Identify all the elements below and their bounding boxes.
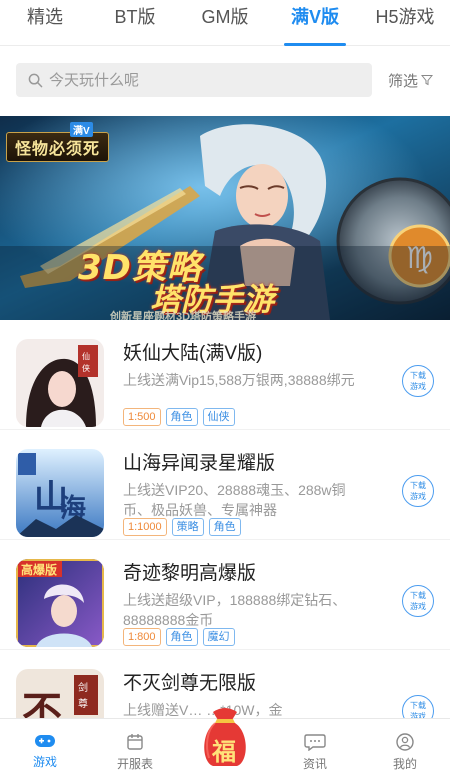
search-row: 筛选 [0,60,450,100]
search-icon [28,73,43,87]
svg-text:高爆版: 高爆版 [21,562,57,577]
genre-tag: 角色 [165,628,198,646]
chat-bubble-icon [304,734,326,751]
nav-games[interactable]: 游戏 [0,719,90,778]
genre-tag: 魔幻 [202,628,235,646]
game-thumbnail: 高爆版 [16,559,104,647]
game-name: 不灭剑尊无限版 [123,673,257,694]
banner-game-title: 怪物必须死 [6,132,110,162]
category-tabs: 精选 BT版 GM版 满V版 H5游戏 [0,0,450,46]
game-thumbnail: 山 海 [16,449,104,537]
filter-icon [421,75,434,86]
calendar-icon [127,734,143,750]
tab-full-v[interactable]: 满V版 [270,0,360,46]
search-box[interactable] [16,63,372,97]
filter-label: 筛选 [388,72,419,90]
nav-news[interactable]: 资讯 [270,719,360,778]
list-item[interactable]: 山 海 山海异闻录星耀版 上线送VIP20、28888魂玉、288w铜币、极品妖… [0,430,450,540]
nav-label: 开服表 [116,757,153,771]
svg-text:尊: 尊 [78,697,88,710]
game-name: 奇迹黎明高爆版 [123,563,257,584]
gamepad-icon [35,735,55,747]
game-description: 上线送超级VIP，188888绑定钻石、88888888金币 [123,592,347,628]
banner-subline: 创新星座题材3D塔防策略手游 [110,311,257,320]
ratio-tag: 1:500 [123,408,161,426]
banner-badge: 满V [70,122,93,137]
game-thumbnail: 仙 侠 [16,339,104,427]
game-name: 妖仙大陆(满V版) [123,343,263,364]
game-description: 上线送满Vip15,588万银两,38888绑元 [123,372,355,388]
nav-server-schedule[interactable]: 开服表 [90,719,180,778]
download-button[interactable]: 下载 游戏 [402,365,434,397]
genre-tag: 策略 [171,518,204,536]
game-description: 上线送VIP20、28888魂玉、288w铜币、极品妖兽、专属神器 [123,482,346,518]
game-list: 仙 侠 妖仙大陆(满V版) 上线送满Vip15,588万银两,38888绑元 1… [0,320,450,760]
tab-gm[interactable]: GM版 [180,0,270,46]
download-button[interactable]: 下载 游戏 [402,475,434,507]
list-item[interactable]: 高爆版 奇迹黎明高爆版 上线送超级VIP，188888绑定钻石、88888888… [0,540,450,650]
genre-tag: 仙侠 [202,408,235,426]
user-icon [396,733,414,751]
svg-text:侠: 侠 [82,363,90,373]
game-tags: 1:1000 策略 角色 [123,518,241,536]
genre-tag: 角色 [165,408,198,426]
game-tags: 1:800 角色 魔幻 [123,628,235,646]
svg-text:仙: 仙 [82,351,90,361]
list-item[interactable]: 仙 侠 妖仙大陆(满V版) 上线送满Vip15,588万银两,38888绑元 1… [0,320,450,430]
search-input[interactable] [49,71,349,89]
tab-bt[interactable]: BT版 [90,0,180,46]
nav-label: 游戏 [32,755,57,769]
tab-h5[interactable]: H5游戏 [360,0,450,46]
ratio-tag: 1:800 [123,628,161,646]
fortune-bag-button[interactable]: 福 [199,706,251,768]
nav-profile[interactable]: 我的 [360,719,450,778]
ratio-tag: 1:1000 [123,518,167,536]
game-tags: 1:500 角色 仙侠 [123,408,235,426]
tab-featured[interactable]: 精选 [0,0,90,46]
nav-label: 资讯 [302,757,327,771]
fortune-char: 福 [212,737,236,766]
svg-text:剑: 剑 [78,681,88,694]
promo-banner[interactable]: ♍ 怪物必须死 满V 3D策略 塔防手游 创新星座题材3D塔防策略手游 [0,116,450,320]
genre-tag: 角色 [208,518,241,536]
nav-label: 我的 [392,757,417,771]
filter-button[interactable]: 筛选 [388,70,434,91]
download-button[interactable]: 下载 游戏 [402,585,434,617]
game-name: 山海异闻录星耀版 [123,453,276,474]
